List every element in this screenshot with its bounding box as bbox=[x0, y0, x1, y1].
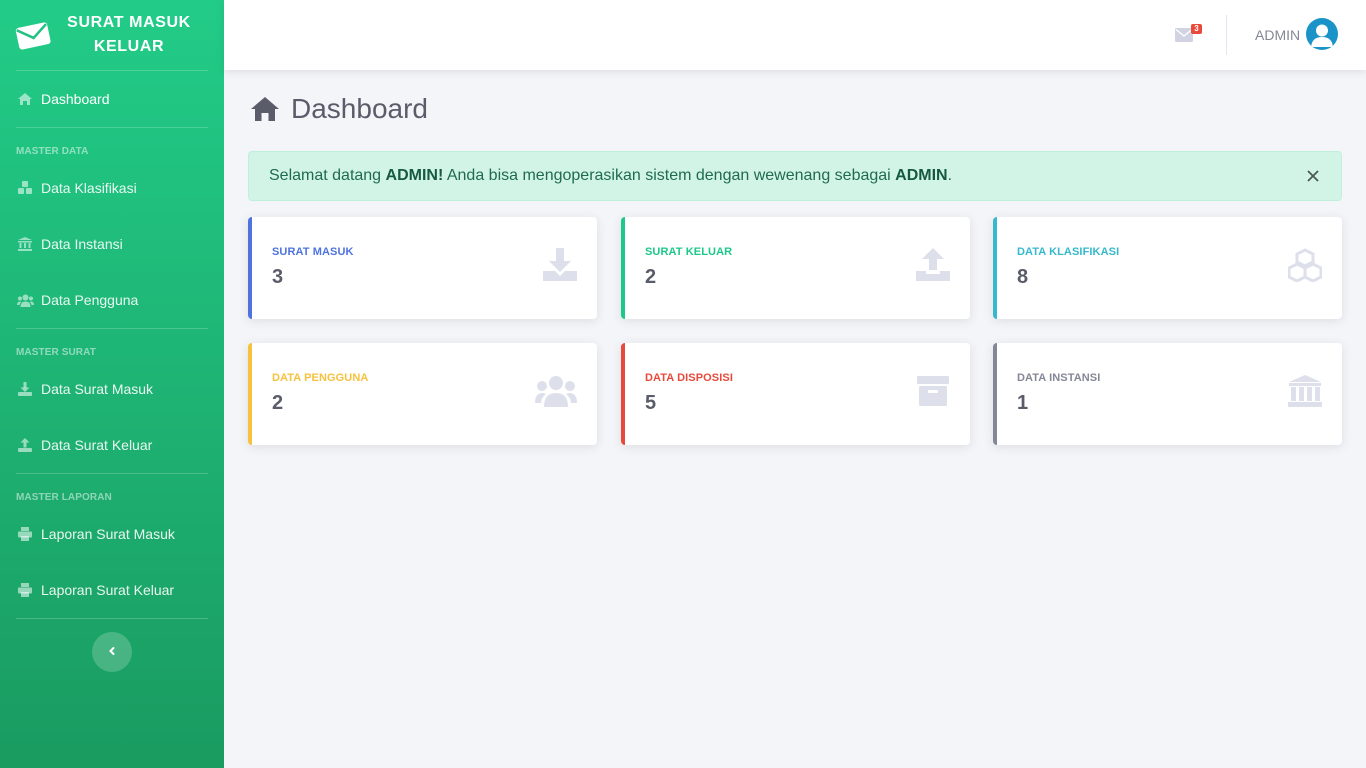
page-title-text: Dashboard bbox=[291, 93, 428, 124]
sidebar-divider bbox=[16, 618, 208, 619]
card-label: SURAT KELUAR bbox=[645, 246, 733, 258]
print-icon bbox=[16, 526, 34, 542]
card-data-instansi[interactable]: DATA INSTANSI 1 bbox=[993, 343, 1342, 445]
cubes-icon bbox=[16, 180, 34, 196]
card-label: DATA DISPOSISI bbox=[645, 372, 733, 384]
card-value: 8 bbox=[1017, 266, 1029, 288]
user-icon bbox=[1311, 24, 1333, 47]
card-surat-masuk[interactable]: SURAT MASUK 3 bbox=[248, 217, 597, 319]
upload-icon bbox=[16, 437, 34, 453]
welcome-alert: Selamat datang ADMIN! Anda bisa mengoper… bbox=[248, 151, 1342, 201]
sidebar-item-label: Laporan Surat Masuk bbox=[41, 526, 175, 542]
user-name[interactable]: ADMIN bbox=[1255, 27, 1300, 43]
brand-title-line1: SURAT MASUK bbox=[67, 14, 191, 31]
sidebar-item-data-surat-masuk[interactable]: Data Surat Masuk bbox=[0, 361, 224, 417]
card-data-disposisi[interactable]: DATA DISPOSISI 5 bbox=[621, 343, 970, 445]
sidebar-item-label: Data Pengguna bbox=[41, 292, 139, 308]
brand[interactable]: SURAT MASUK KELUAR bbox=[0, 0, 224, 70]
alert-suffix: . bbox=[947, 167, 953, 184]
sidebar-heading-master-laporan: MASTER LAPORAN bbox=[16, 492, 112, 503]
sidebar-item-label: Dashboard bbox=[41, 91, 110, 107]
card-value: 1 bbox=[1017, 392, 1029, 414]
avatar[interactable] bbox=[1306, 18, 1338, 50]
archive-icon bbox=[916, 374, 950, 408]
card-label: DATA INSTANSI bbox=[1017, 372, 1101, 384]
home-icon bbox=[16, 91, 34, 107]
sidebar: SURAT MASUK KELUAR Dashboard MASTER DATA… bbox=[0, 0, 224, 768]
sidebar-item-label: Data Surat Keluar bbox=[41, 437, 153, 453]
card-data-klasifikasi[interactable]: DATA KLASIFIKASI 8 bbox=[993, 217, 1342, 319]
users-icon bbox=[16, 292, 34, 308]
topbar-divider bbox=[1226, 15, 1227, 55]
sidebar-heading-master-surat: MASTER SURAT bbox=[16, 347, 96, 358]
envelope-open-icon bbox=[14, 18, 52, 52]
sidebar-toggle-button[interactable] bbox=[92, 632, 132, 672]
sidebar-heading-master-data: MASTER DATA bbox=[16, 146, 89, 157]
home-icon bbox=[250, 96, 280, 122]
topbar: 3 ADMIN bbox=[224, 0, 1366, 70]
university-icon bbox=[1288, 374, 1322, 408]
users-icon bbox=[535, 374, 577, 408]
card-value: 5 bbox=[645, 392, 657, 414]
university-icon bbox=[16, 236, 34, 252]
messages-button[interactable]: 3 bbox=[1175, 24, 1202, 44]
card-value: 3 bbox=[272, 266, 284, 288]
page-title: Dashboard bbox=[250, 93, 428, 125]
sidebar-item-laporan-surat-masuk[interactable]: Laporan Surat Masuk bbox=[0, 506, 224, 562]
card-surat-keluar[interactable]: SURAT KELUAR 2 bbox=[621, 217, 970, 319]
sidebar-item-data-surat-keluar[interactable]: Data Surat Keluar bbox=[0, 417, 224, 473]
close-icon[interactable] bbox=[1305, 168, 1321, 184]
alert-user-name: ADMIN! bbox=[385, 167, 444, 184]
download-icon bbox=[16, 381, 34, 397]
chevron-left-icon bbox=[107, 643, 117, 661]
messages-badge: 3 bbox=[1191, 24, 1202, 34]
card-data-pengguna[interactable]: DATA PENGGUNA 2 bbox=[248, 343, 597, 445]
sidebar-item-label: Data Surat Masuk bbox=[41, 381, 154, 397]
sidebar-item-data-pengguna[interactable]: Data Pengguna bbox=[0, 272, 224, 328]
card-label: DATA PENGGUNA bbox=[272, 372, 369, 384]
alert-middle: Anda bisa mengoperasikan sistem dengan w… bbox=[443, 167, 896, 184]
print-icon bbox=[16, 582, 34, 598]
alert-text: Selamat datang ADMIN! Anda bisa mengoper… bbox=[269, 167, 952, 185]
card-label: DATA KLASIFIKASI bbox=[1017, 246, 1120, 258]
sidebar-item-data-instansi[interactable]: Data Instansi bbox=[0, 216, 224, 272]
sidebar-item-label: Laporan Surat Keluar bbox=[41, 582, 175, 598]
sidebar-item-data-klasifikasi[interactable]: Data Klasifikasi bbox=[0, 160, 224, 216]
sidebar-item-laporan-surat-keluar[interactable]: Laporan Surat Keluar bbox=[0, 562, 224, 618]
brand-title: SURAT MASUK KELUAR bbox=[64, 11, 194, 59]
card-label: SURAT MASUK bbox=[272, 246, 354, 258]
upload-icon bbox=[916, 248, 950, 282]
cubes-icon bbox=[1287, 248, 1323, 283]
card-value: 2 bbox=[272, 392, 284, 414]
sidebar-item-label: Data Instansi bbox=[41, 236, 123, 252]
download-icon bbox=[543, 248, 577, 282]
alert-role: ADMIN bbox=[895, 167, 948, 184]
sidebar-item-dashboard[interactable]: Dashboard bbox=[0, 71, 224, 127]
card-value: 2 bbox=[645, 266, 657, 288]
brand-title-line2: KELUAR bbox=[93, 38, 165, 55]
sidebar-item-label: Data Klasifikasi bbox=[41, 180, 137, 196]
alert-prefix: Selamat datang bbox=[269, 167, 386, 184]
